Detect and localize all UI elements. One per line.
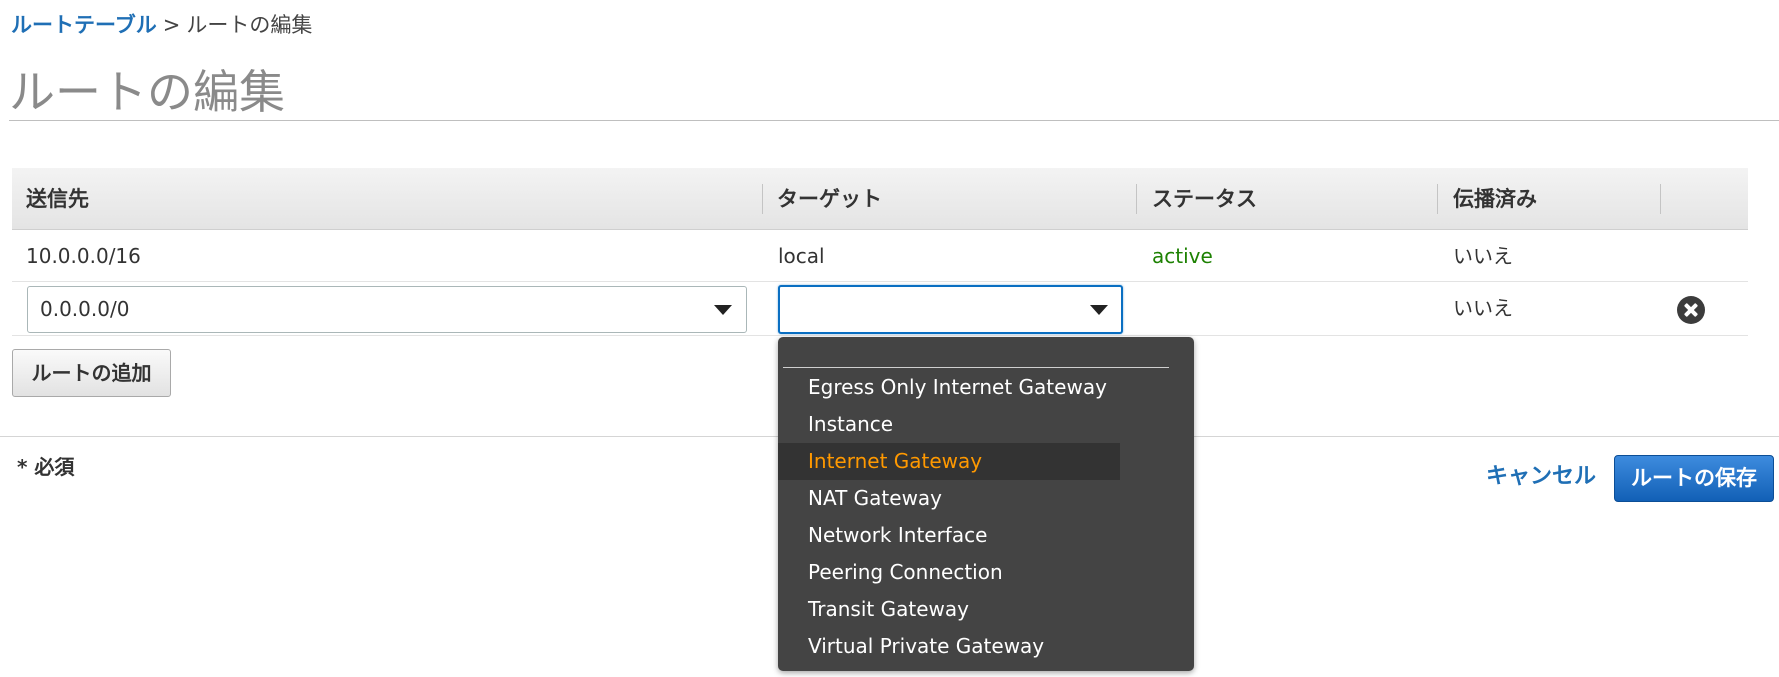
breadcrumb: ルートテーブル > ルートの編集: [11, 11, 312, 39]
header-status: ステータス: [1152, 187, 1257, 211]
breadcrumb-route-tables-link[interactable]: ルートテーブル: [11, 13, 157, 37]
header-separator: [762, 184, 763, 214]
header-destination: 送信先: [26, 187, 89, 211]
title-divider: [9, 120, 1779, 121]
dropdown-option-peering-connection[interactable]: Peering Connection: [778, 554, 1120, 591]
edit-row-propagated: いいえ: [1453, 296, 1513, 320]
dropdown-option-internet-gateway[interactable]: Internet Gateway: [778, 443, 1120, 480]
cancel-button[interactable]: キャンセル: [1486, 462, 1596, 492]
add-route-button[interactable]: ルートの追加: [12, 349, 171, 397]
destination-select[interactable]: 0.0.0.0/0: [27, 286, 747, 333]
dropdown-option-nat-gateway[interactable]: NAT Gateway: [778, 480, 1120, 517]
header-separator: [1437, 184, 1438, 214]
header-target: ターゲット: [777, 187, 882, 211]
dropdown-option-egress-only-internet-gateway[interactable]: Egress Only Internet Gateway: [778, 369, 1120, 406]
header-separator: [1136, 184, 1137, 214]
routes-table-header: 送信先 ターゲット ステータス 伝播済み: [12, 168, 1748, 230]
chevron-down-icon: [714, 305, 732, 315]
row-destination: 10.0.0.0/16: [26, 244, 141, 268]
header-propagated: 伝播済み: [1453, 187, 1537, 211]
chevron-down-icon: [1090, 305, 1108, 315]
dropdown-option-instance[interactable]: Instance: [778, 406, 1120, 443]
target-dropdown-menu: Egress Only Internet Gateway Instance In…: [778, 337, 1194, 671]
row-divider: [12, 281, 1748, 282]
row-status: active: [1152, 244, 1213, 268]
row-target: local: [778, 244, 825, 268]
target-select[interactable]: [778, 285, 1123, 334]
breadcrumb-separator: >: [162, 13, 181, 37]
dropdown-option-transit-gateway[interactable]: Transit Gateway: [778, 591, 1120, 628]
dropdown-option-network-interface[interactable]: Network Interface: [778, 517, 1120, 554]
row-propagated: いいえ: [1453, 244, 1513, 268]
breadcrumb-current: ルートの編集: [186, 13, 313, 37]
row-divider: [12, 335, 1748, 336]
close-circle-icon[interactable]: [1677, 296, 1705, 324]
dropdown-divider: [783, 367, 1169, 368]
dropdown-option-virtual-private-gateway[interactable]: Virtual Private Gateway: [778, 628, 1120, 665]
save-routes-button[interactable]: ルートの保存: [1614, 455, 1774, 502]
required-note: * 必須: [17, 455, 75, 479]
header-separator: [1660, 184, 1661, 214]
page-title: ルートの編集: [9, 65, 285, 119]
destination-value: 0.0.0.0/0: [40, 297, 130, 321]
